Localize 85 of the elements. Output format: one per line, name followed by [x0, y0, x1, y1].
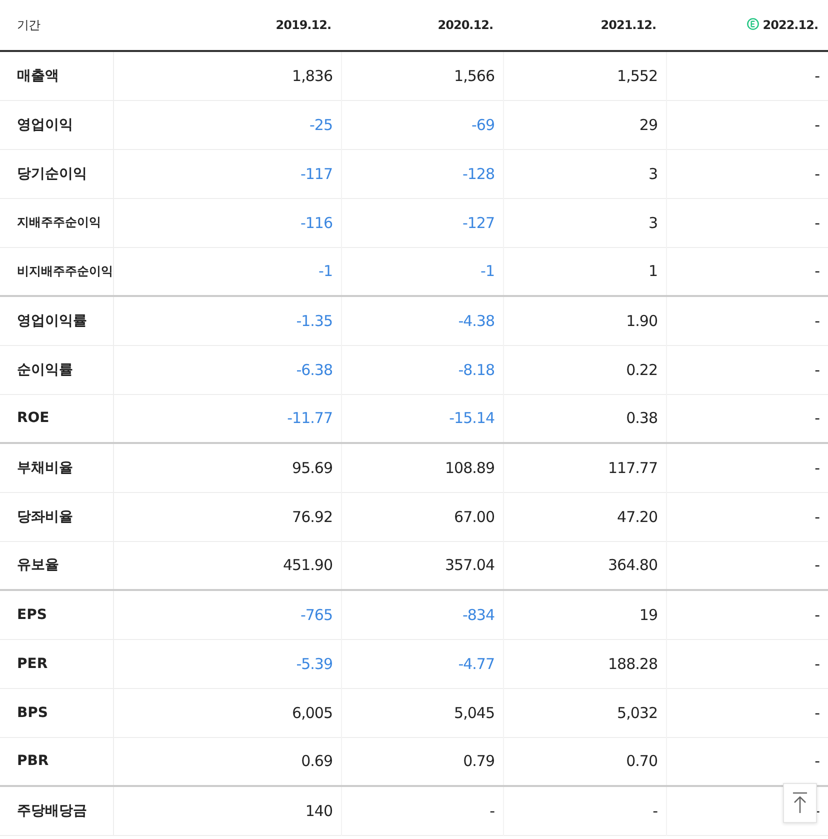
table-cell: -69 — [341, 100, 503, 149]
table-cell: 188.28 — [503, 639, 666, 688]
table-cell: - — [666, 541, 828, 590]
table-cell: 67.00 — [341, 492, 503, 541]
table-cell: 451.90 — [113, 541, 341, 590]
row-label: 유보율 — [0, 541, 113, 590]
table-cell: -4.77 — [341, 639, 503, 688]
table-cell: 6,005 — [113, 688, 341, 737]
row-label: 당기순이익 — [0, 149, 113, 198]
row-label: BPS — [0, 688, 113, 737]
table-cell: - — [666, 51, 828, 100]
table-cell: 5,045 — [341, 688, 503, 737]
table-cell: -765 — [113, 590, 341, 639]
table-cell: - — [666, 443, 828, 492]
table-cell: 1,566 — [341, 51, 503, 100]
row-label: PER — [0, 639, 113, 688]
table-cell: 0.38 — [503, 394, 666, 443]
table-cell: 3 — [503, 149, 666, 198]
row-label: PBR — [0, 737, 113, 786]
table-cell: -117 — [113, 149, 341, 198]
table-cell: 47.20 — [503, 492, 666, 541]
row-label: 순이익률 — [0, 345, 113, 394]
table-cell: -4.38 — [341, 296, 503, 345]
table-cell: - — [666, 590, 828, 639]
table-cell: - — [341, 786, 503, 835]
table-cell: -834 — [341, 590, 503, 639]
table-cell: 1 — [503, 247, 666, 296]
row-label: 주당배당금 — [0, 786, 113, 835]
table-cell: -25 — [113, 100, 341, 149]
table-cell: -1.35 — [113, 296, 341, 345]
table-cell: 108.89 — [341, 443, 503, 492]
table-cell: 19 — [503, 590, 666, 639]
table-cell: 140 — [113, 786, 341, 835]
table-cell: -1 — [113, 247, 341, 296]
table-cell: 364.80 — [503, 541, 666, 590]
table-cell: 95.69 — [113, 443, 341, 492]
table-cell: -116 — [113, 198, 341, 247]
table-cell: -8.18 — [341, 345, 503, 394]
table-cell: -6.38 — [113, 345, 341, 394]
column-header: 2019.12. — [113, 0, 341, 51]
table-cell: 0.69 — [113, 737, 341, 786]
row-label: 영업이익률 — [0, 296, 113, 345]
table-cell: - — [503, 786, 666, 835]
table-cell: 0.22 — [503, 345, 666, 394]
row-label: ROE — [0, 394, 113, 443]
column-header: 기간 — [0, 0, 113, 51]
table-cell: 5,032 — [503, 688, 666, 737]
row-label: EPS — [0, 590, 113, 639]
table-cell: 0.70 — [503, 737, 666, 786]
column-header: 2020.12. — [341, 0, 503, 51]
table-cell: -11.77 — [113, 394, 341, 443]
table-cell: 357.04 — [341, 541, 503, 590]
table-cell: - — [666, 688, 828, 737]
column-header: 2022.12. — [666, 0, 828, 51]
row-label: 당좌비율 — [0, 492, 113, 541]
scroll-to-top-button[interactable] — [783, 783, 817, 823]
column-header: 2021.12. — [503, 0, 666, 51]
table-cell: - — [666, 247, 828, 296]
table-cell: - — [666, 492, 828, 541]
table-cell: 117.77 — [503, 443, 666, 492]
row-label: 영업이익 — [0, 100, 113, 149]
table-cell: 1,836 — [113, 51, 341, 100]
table-cell: - — [666, 639, 828, 688]
table-cell: 29 — [503, 100, 666, 149]
table-cell: 1,552 — [503, 51, 666, 100]
arrow-up-icon — [792, 791, 808, 815]
table-cell: - — [666, 394, 828, 443]
row-label: 부채비율 — [0, 443, 113, 492]
table-cell: -128 — [341, 149, 503, 198]
table-cell: - — [666, 296, 828, 345]
table-cell: -1 — [341, 247, 503, 296]
table-cell: -15.14 — [341, 394, 503, 443]
table-cell: 76.92 — [113, 492, 341, 541]
row-label: 비지배주주순이익 — [0, 247, 113, 296]
table-cell: 0.79 — [341, 737, 503, 786]
table-cell: - — [666, 149, 828, 198]
table-cell: 3 — [503, 198, 666, 247]
table-cell: -127 — [341, 198, 503, 247]
table-cell: - — [666, 198, 828, 247]
row-label: 매출액 — [0, 51, 113, 100]
table-cell: 1.90 — [503, 296, 666, 345]
table-cell: - — [666, 345, 828, 394]
table-cell: - — [666, 100, 828, 149]
row-label: 지배주주순이익 — [0, 198, 113, 247]
table-cell: -5.39 — [113, 639, 341, 688]
